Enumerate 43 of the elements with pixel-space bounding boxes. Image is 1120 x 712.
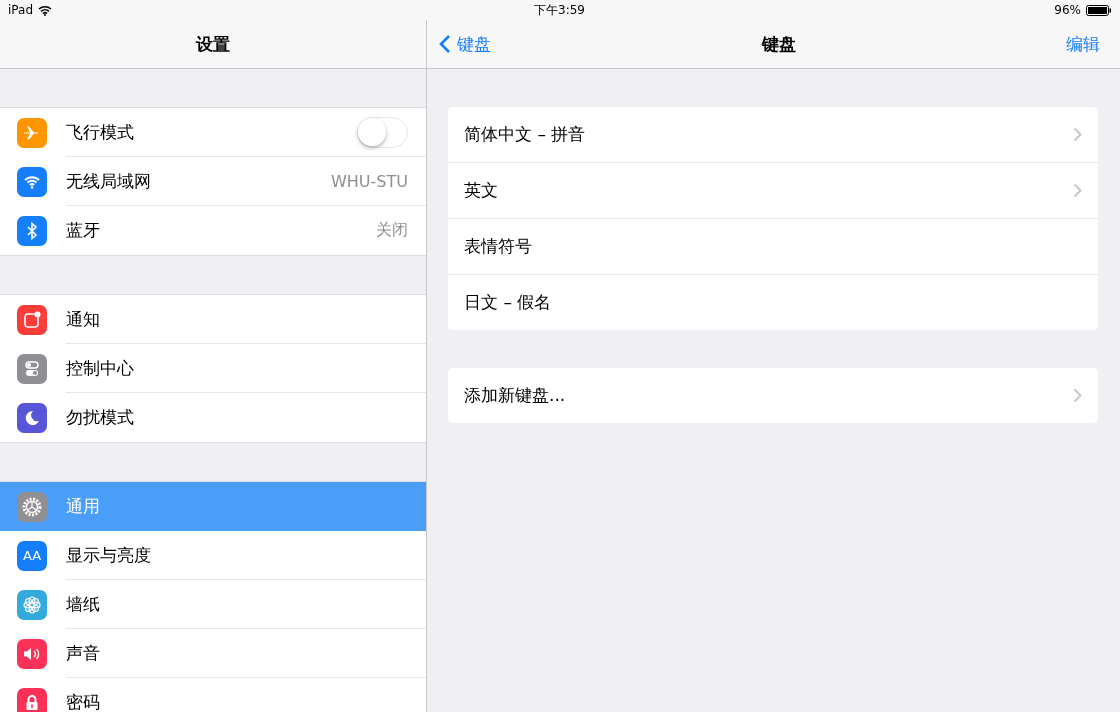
settings-label: 控制中心 [66,356,134,380]
notification-icon [17,304,47,335]
keyboard-row[interactable]: 表情符号 [448,219,1098,275]
setting-value: 关闭 [376,220,408,241]
back-chevron-icon [439,34,451,54]
toggle-switch[interactable] [357,116,408,148]
setting-value: WHU-STU [331,171,408,191]
settings-label: 飞行模式 [66,120,134,144]
battery-percentage: 96% [1054,3,1081,17]
gear-icon [17,491,47,522]
settings-label: 蓝牙 [66,219,100,242]
lock-icon [17,687,47,712]
switches-icon [17,353,47,384]
settings-title: 设置 [196,32,230,56]
keyboard-row[interactable]: 添加新键盘... [448,368,1098,423]
clock-time: 下午3:59 [534,2,585,19]
settings-label: 勿扰模式 [66,406,134,429]
speaker-icon [17,638,47,669]
settings-label: 显示与亮度 [66,543,151,567]
moon-icon [17,402,47,433]
settings-label: 声音 [66,641,100,665]
settings-label: 墙纸 [66,592,100,616]
text-size-icon: AA [17,540,47,571]
flower-icon [17,589,47,620]
device-name: iPad [8,3,33,17]
chevron-icon [1073,183,1082,198]
keyboard-row[interactable]: 日文 – 假名 [448,275,1098,330]
settings-label: 密码 [66,691,100,712]
keyboard-title: 键盘 [761,32,796,56]
chevron-icon [1073,127,1082,142]
keyboard-row[interactable]: 英文 [448,163,1098,219]
keyboard-row[interactable]: 简体中文 – 拼音 [448,107,1098,163]
edit-button[interactable]: 编辑 [1066,32,1100,56]
wifi-signal-icon [38,4,52,16]
back-button[interactable]: 键盘 [439,32,491,56]
bluetooth-icon [17,215,47,246]
wifi-icon [17,166,47,197]
settings-label: 通知 [66,307,100,331]
airplane-icon [17,117,47,148]
settings-label: 无线局域网 [66,169,151,193]
chevron-icon [1073,388,1082,403]
settings-label: 通用 [66,495,100,518]
battery-icon [1086,4,1112,16]
